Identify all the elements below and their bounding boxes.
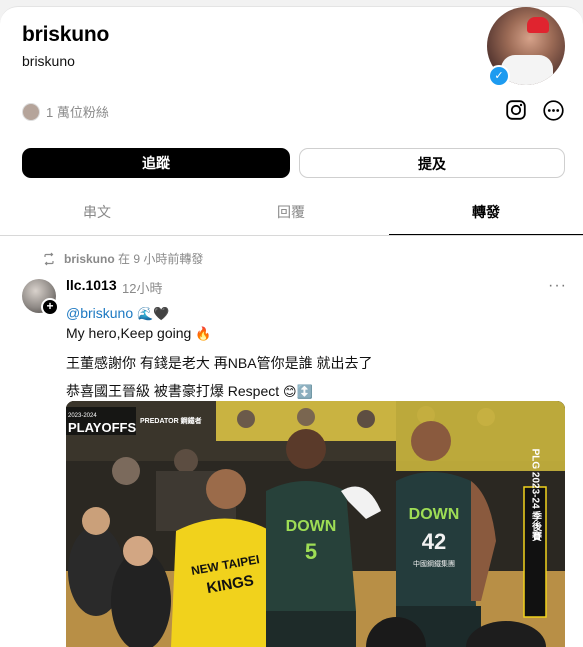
post-photo[interactable]: NEW TAIPEI KINGS DOWN 5 DOWN 42 中國鋼鐵集團 2…	[66, 401, 565, 647]
tab-replies[interactable]: 回覆	[194, 197, 388, 235]
svg-text:中國鋼鐵集團: 中國鋼鐵集團	[413, 559, 455, 568]
post-text-4: 恭喜國王晉級 被書豪打爆 Respect	[66, 383, 280, 399]
fire-emoji: 🔥	[195, 326, 212, 341]
profile-handle[interactable]: briskuno	[22, 53, 75, 69]
more-options-icon[interactable]	[543, 100, 564, 121]
post-line-1: @briskuno 🌊🖤	[66, 305, 169, 322]
svg-text:DOWN: DOWN	[409, 506, 460, 523]
repost-user[interactable]: briskuno	[64, 252, 115, 266]
profile-name: briskuno	[22, 23, 110, 46]
smile-arrows-emoji: 😊↕️	[283, 384, 313, 399]
svg-text:PREDATOR 鋼鐵者: PREDATOR 鋼鐵者	[140, 416, 202, 425]
tab-reposts[interactable]: 轉發	[389, 197, 583, 235]
post-line-2: My hero,Keep going 🔥	[66, 325, 211, 342]
profile-tabs: 串文 回覆 轉發	[0, 197, 583, 236]
repost-time: 在 9 小時前轉發	[118, 252, 204, 266]
instagram-icon[interactable]	[506, 100, 526, 120]
jersey-right-number: 42	[422, 529, 446, 554]
jersey-left-number: 5	[305, 539, 317, 564]
follow-button[interactable]: 追蹤	[22, 148, 290, 178]
playoffs-season: 2023-2024	[68, 413, 97, 419]
jersey-left-team: DOWN	[286, 518, 337, 535]
svg-text:5: 5	[305, 539, 317, 564]
followers-link[interactable]: 1 萬位粉絲	[22, 102, 109, 121]
post-line-4: 恭喜國王晉級 被書豪打爆 Respect 😊↕️	[66, 381, 313, 401]
post-line-3: 王董感謝你 有錢是老大 再NBA管你是誰 就出去了	[66, 355, 373, 371]
post-author[interactable]: llc.1013	[66, 277, 117, 293]
mention-button[interactable]: 提及	[299, 148, 565, 178]
svg-text:PLAYOFFS: PLAYOFFS	[68, 420, 136, 435]
follow-plus-icon[interactable]: +	[41, 298, 59, 316]
overflow-dots-icon[interactable]: ···	[548, 277, 567, 295]
tab-threads[interactable]: 串文	[0, 197, 194, 235]
verified-badge-icon: ✓	[488, 65, 510, 87]
svg-text:42: 42	[422, 529, 446, 554]
follower-avatar	[22, 102, 40, 121]
svg-text:DOWN: DOWN	[286, 518, 337, 535]
basketball-photo: NEW TAIPEI KINGS DOWN 5 DOWN 42 中國鋼鐵集團 2…	[66, 401, 565, 647]
profile-card: briskuno briskuno ✓ 1 萬位粉絲 追蹤 提及 串文 回覆 轉…	[0, 6, 583, 647]
repost-indicator: briskuno 在 9 小時前轉發	[42, 250, 203, 267]
playoffs-banner: PLAYOFFS	[68, 420, 136, 435]
followers-count: 1 萬位粉絲	[46, 105, 109, 120]
wave-heart-emoji: 🌊🖤	[137, 306, 170, 321]
jersey-right-team: DOWN	[409, 506, 460, 523]
post-text-2: My hero,Keep going	[66, 325, 192, 341]
playoffs-logo: PREDATOR 鋼鐵者	[140, 416, 202, 425]
post-mention-link[interactable]: @briskuno	[66, 305, 133, 321]
jersey-sponsor: 中國鋼鐵集團	[413, 559, 455, 568]
repost-icon	[44, 252, 54, 265]
svg-text:2023-2024: 2023-2024	[68, 413, 97, 419]
post-time: 12小時	[122, 281, 163, 296]
